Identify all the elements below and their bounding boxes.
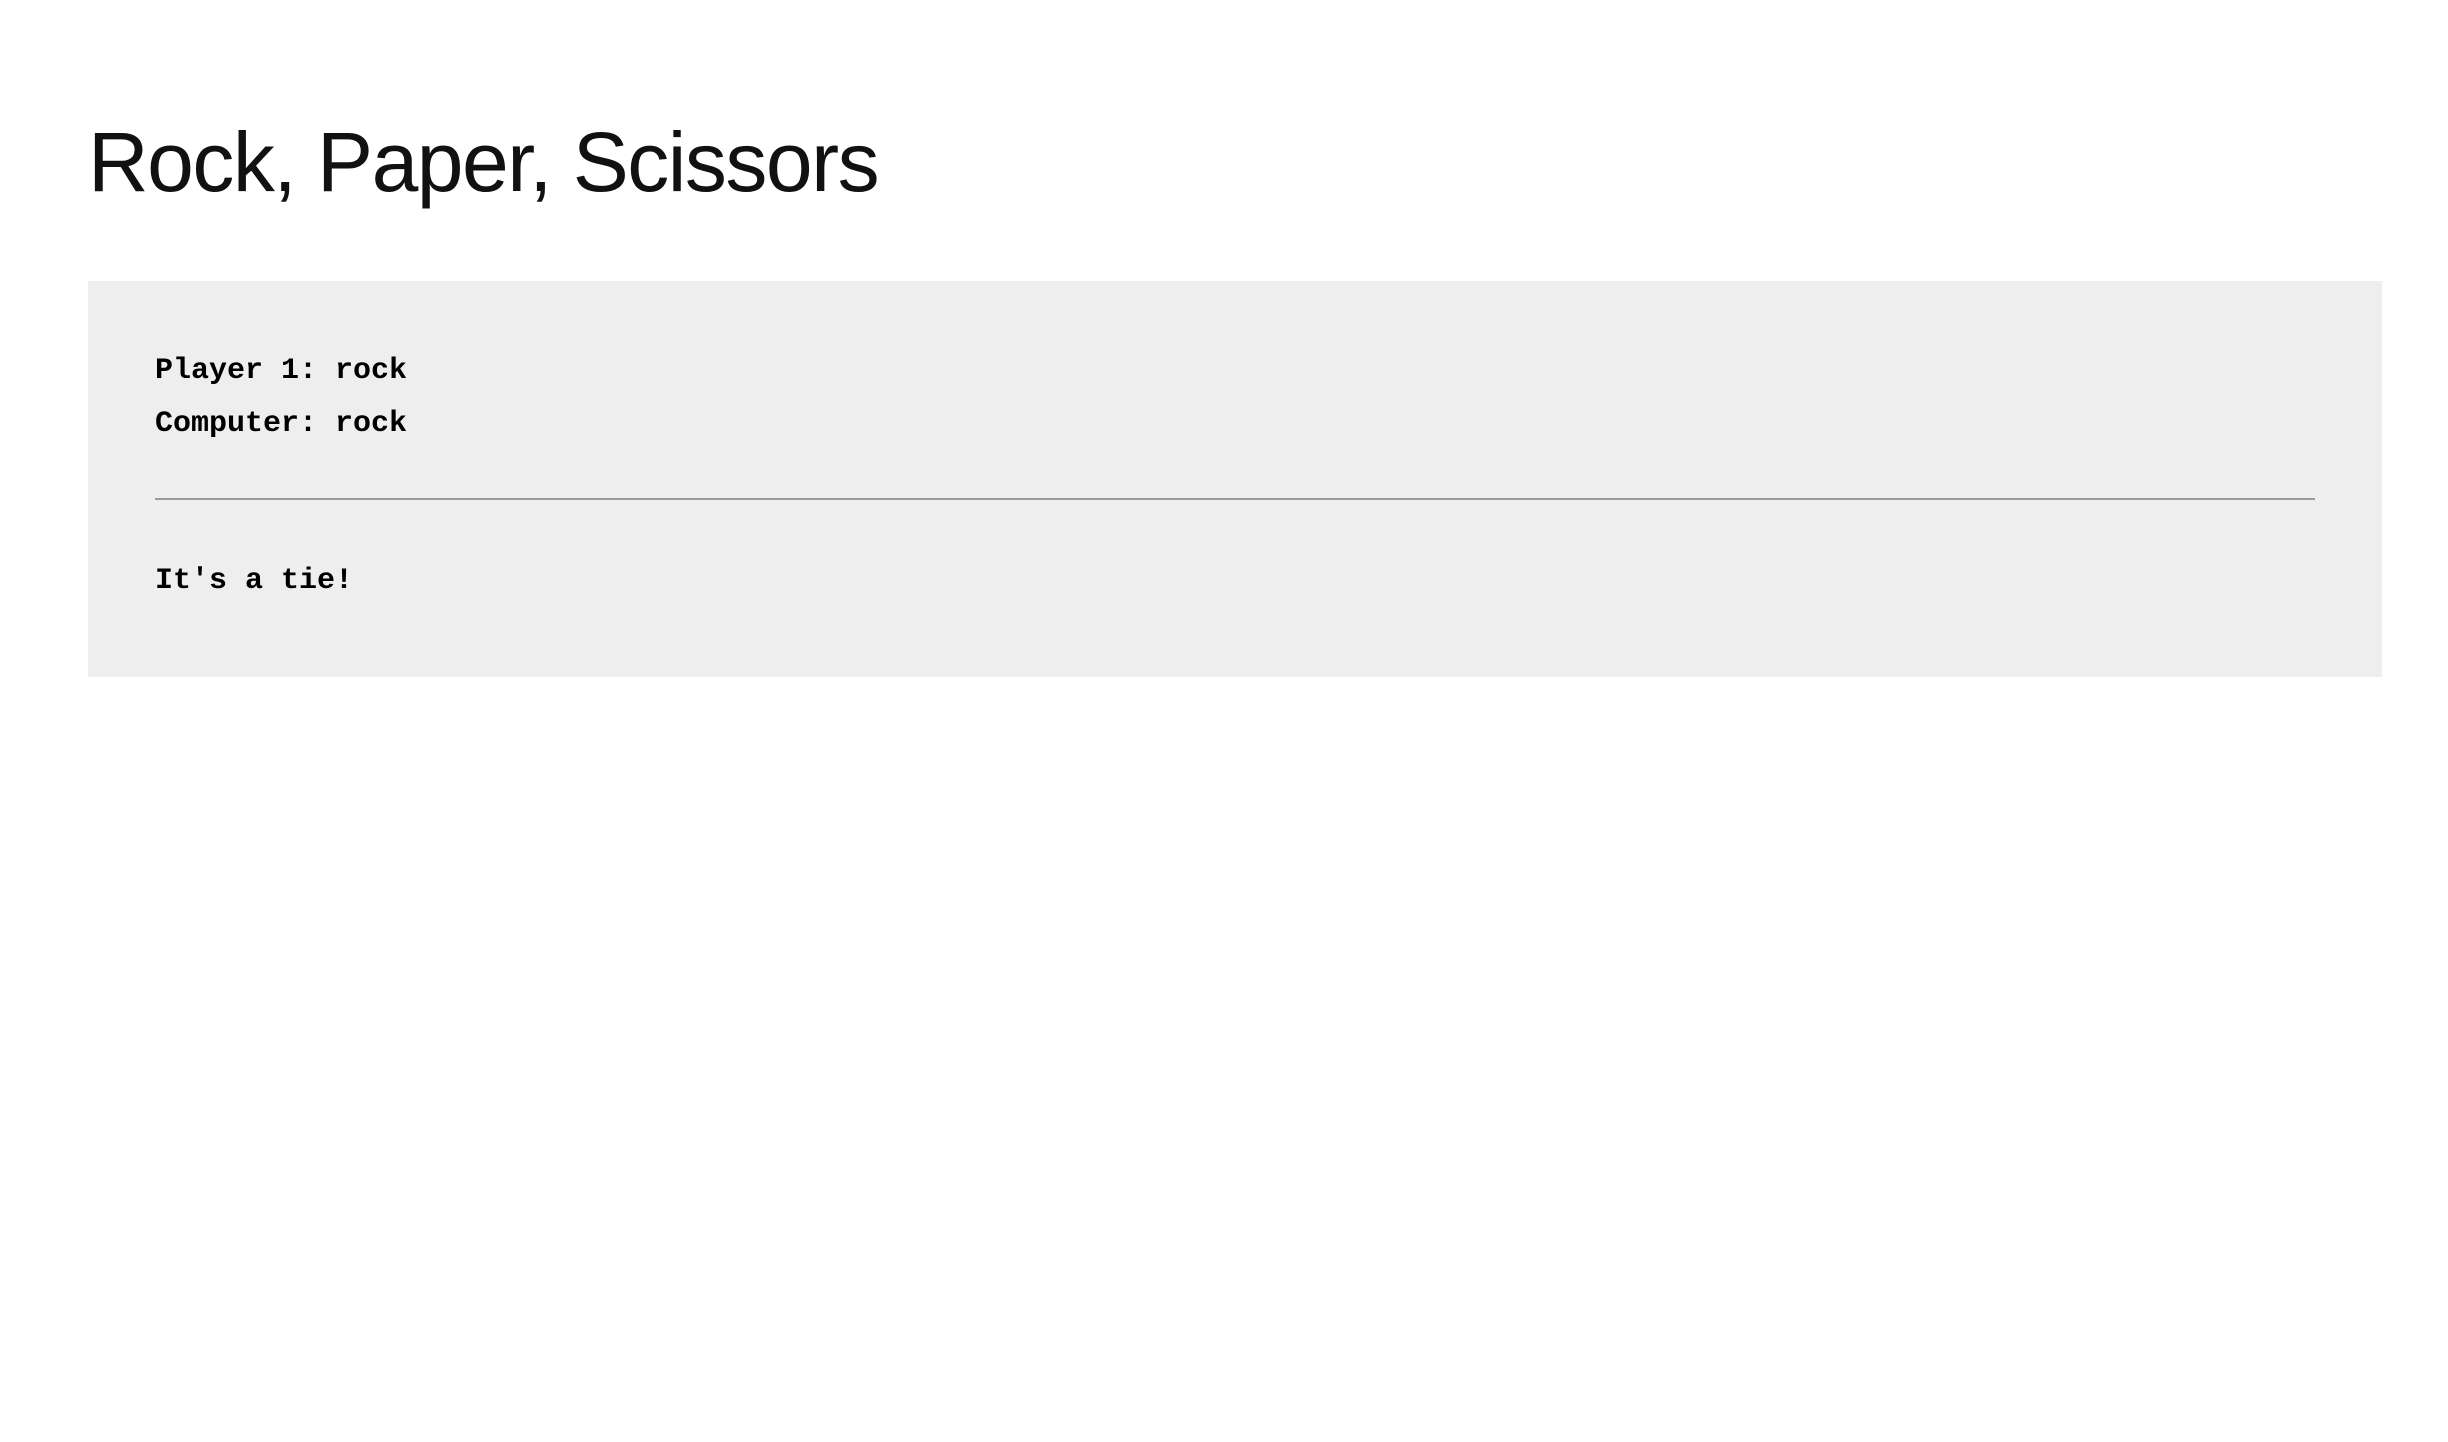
computer-choice-text: Computer: rock: [155, 407, 408, 441]
result-divider: [155, 498, 2315, 500]
result-panel: Player 1: rock Computer: rock It's a tie…: [88, 281, 2382, 677]
outcome-text: It's a tie!: [155, 564, 354, 598]
player-choice-text: Player 1: rock: [155, 354, 408, 388]
page: Rock, Paper, Scissors Player 1: rock Com…: [0, 0, 2448, 1442]
page-title: Rock, Paper, Scissors: [88, 115, 880, 209]
